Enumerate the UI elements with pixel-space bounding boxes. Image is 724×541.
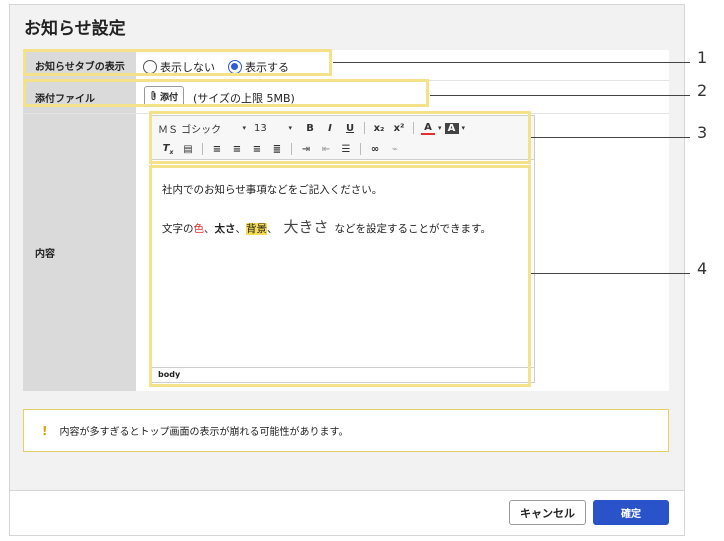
font-size-value: 13 <box>254 122 267 134</box>
underline-button[interactable]: U <box>343 123 357 134</box>
confirm-button[interactable]: 確定 <box>593 500 669 525</box>
toolbar-divider <box>291 143 292 155</box>
font-family-select[interactable]: ＭＳ ゴシック ▾ <box>158 121 246 136</box>
callout-line-1 <box>333 62 690 63</box>
callout-number-4: 4 <box>697 259 708 278</box>
align-justify-icon[interactable]: ≣ <box>270 144 284 155</box>
editor-toolbar: ＭＳ ゴシック ▾ 13 ▾ B I U x₂ x² A ▾ A ▾ Tx ▤ … <box>152 116 534 160</box>
attachment-size-note: (サイズの上限 5MB) <box>193 92 295 105</box>
outdent-icon[interactable]: ⇤ <box>319 144 333 155</box>
notice-settings-dialog: お知らせ設定 お知らせタブの表示 表示しない 表示する 添付ファイル 添付 (サ… <box>9 4 685 536</box>
toolbar-divider <box>413 122 414 134</box>
superscript-button[interactable]: x² <box>392 123 406 134</box>
rich-text-editor: ＭＳ ゴシック ▾ 13 ▾ B I U x₂ x² A ▾ A ▾ Tx ▤ … <box>151 115 535 383</box>
callout-line-4 <box>531 273 690 274</box>
link-icon[interactable]: ∞ <box>368 144 382 155</box>
unlink-icon[interactable]: ⌁ <box>388 144 402 155</box>
callout-line-3 <box>531 137 690 138</box>
radio-hide-label: 表示しない <box>160 61 215 74</box>
background-color-button[interactable]: A <box>444 122 459 134</box>
dialog-title: お知らせ設定 <box>24 19 126 39</box>
bulleted-list-icon[interactable]: ☰ <box>339 144 353 155</box>
radio-show-circle[interactable] <box>228 60 242 74</box>
warning-text: 内容が多すぎるとトップ画面の表示が崩れる可能性があります。 <box>59 427 349 438</box>
cancel-button[interactable]: キャンセル <box>509 500 586 525</box>
chevron-down-icon: ▾ <box>242 124 246 132</box>
chevron-down-icon: ▾ <box>438 124 442 132</box>
attachment-label: 添付ファイル <box>23 81 136 113</box>
attach-button-label: 添付 <box>160 93 179 103</box>
radio-hide-circle[interactable] <box>143 60 157 74</box>
warning-banner: ! 内容が多すぎるとトップ画面の表示が崩れる可能性があります。 <box>23 409 669 452</box>
text-color-button[interactable]: A <box>421 122 435 135</box>
content-label: 内容 <box>23 114 136 391</box>
toolbar-divider <box>364 122 365 134</box>
editor-line-1: 社内でのお知らせ事項などをご記入ください。 <box>162 184 383 196</box>
chevron-down-icon: ▾ <box>288 124 292 132</box>
font-family-value: ＭＳ ゴシック <box>158 124 222 136</box>
callout-number-2: 2 <box>697 81 708 100</box>
italic-button[interactable]: I <box>323 123 337 134</box>
callout-number-1: 1 <box>697 48 708 67</box>
attachment-row: 添付ファイル 添付 (サイズの上限 5MB) <box>23 81 669 114</box>
radio-hide[interactable]: 表示しない <box>143 59 215 75</box>
bold-button[interactable]: B <box>303 123 317 134</box>
paste-text-icon[interactable]: ▤ <box>181 144 195 155</box>
align-center-icon[interactable]: ≡ <box>230 144 244 155</box>
toolbar-divider <box>360 143 361 155</box>
toolbar-divider <box>202 143 203 155</box>
subscript-button[interactable]: x₂ <box>372 123 386 134</box>
callout-line-2 <box>430 95 690 96</box>
radio-show[interactable]: 表示する <box>228 59 289 75</box>
radio-show-label: 表示する <box>245 61 289 74</box>
indent-icon[interactable]: ⇥ <box>299 144 313 155</box>
toolbar-row-2: Tx ▤ ≡ ≡ ≡ ≣ ⇥ ⇤ ☰ ∞ ⌁ <box>158 139 528 159</box>
editor-line-2: 文字の色、太さ、背景、 大きさ などを設定することができます。 <box>162 218 491 236</box>
toolbar-row-1: ＭＳ ゴシック ▾ 13 ▾ B I U x₂ x² A ▾ A ▾ <box>158 118 528 138</box>
paperclip-icon <box>150 90 157 104</box>
align-right-icon[interactable]: ≡ <box>250 144 264 155</box>
align-left-icon[interactable]: ≡ <box>210 144 224 155</box>
editor-content[interactable]: 社内でのお知らせ事項などをご記入ください。 文字の色、太さ、背景、 大きさ などを設… <box>162 182 491 256</box>
dialog-footer: キャンセル 確定 <box>10 490 684 535</box>
warning-icon: ! <box>42 423 48 438</box>
attach-button[interactable]: 添付 <box>144 86 185 107</box>
clear-format-icon[interactable]: Tx <box>161 143 175 156</box>
tab-display-label: お知らせタブの表示 <box>23 50 136 80</box>
editor-statusbar: body <box>152 367 534 382</box>
tab-display-row: お知らせタブの表示 表示しない 表示する <box>23 50 669 81</box>
chevron-down-icon: ▾ <box>461 124 466 132</box>
font-size-select[interactable]: 13 ▾ <box>254 123 292 134</box>
callout-number-3: 3 <box>697 123 708 142</box>
